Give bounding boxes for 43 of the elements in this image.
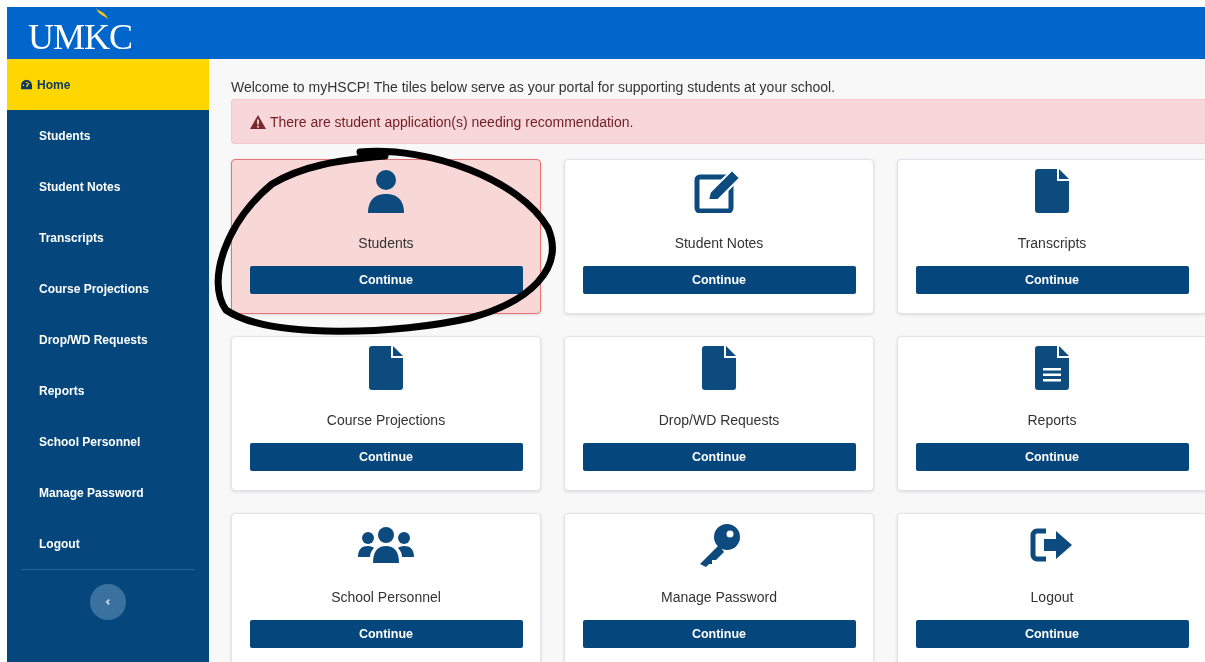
tile-title: Drop/WD Requests: [658, 412, 780, 430]
continue-button[interactable]: Continue: [249, 443, 523, 471]
collapse-button[interactable]: [90, 584, 126, 620]
warning-icon: [250, 114, 266, 129]
sign-out-icon: [1030, 528, 1074, 562]
continue-button[interactable]: Continue: [582, 266, 856, 294]
document-icon: [1035, 346, 1069, 390]
logo[interactable]: UMKC: [28, 11, 133, 55]
sidebar-item[interactable]: Transcripts: [7, 212, 209, 263]
sidebar-item[interactable]: Home: [7, 59, 209, 110]
continue-button[interactable]: Continue: [582, 620, 856, 648]
chevron-left-icon: [104, 598, 112, 606]
tile-title: Reports: [1027, 412, 1077, 430]
sidebar-item[interactable]: Reports: [7, 365, 209, 416]
sidebar-item[interactable]: School Personnel: [7, 416, 209, 467]
tile-title: Logout: [1030, 589, 1074, 607]
sidebar-item[interactable]: Students: [7, 110, 209, 161]
welcome-text: Welcome to myHSCP! The tiles below serve as your portal for supporting students at your school.: [231, 79, 837, 95]
tile-title: Transcripts: [1017, 235, 1087, 253]
continue-button[interactable]: Continue: [915, 266, 1189, 294]
dashboard-icon: [20, 79, 33, 90]
alert-text: There are student application(s) needing recommendation.: [270, 113, 634, 130]
sidebar-item[interactable]: Course Projections: [7, 263, 209, 314]
tile-title: Course Projections: [326, 412, 446, 430]
tile-title: Student Notes: [674, 235, 764, 253]
file-icon: [1035, 169, 1069, 213]
continue-button[interactable]: Continue: [915, 443, 1189, 471]
flame-icon: [94, 7, 110, 20]
file-icon: [369, 346, 403, 390]
continue-button[interactable]: Continue: [249, 620, 523, 648]
tile-title: Manage Password: [661, 589, 777, 607]
sidebar-item[interactable]: Student Notes: [7, 161, 209, 212]
sidebar-item[interactable]: Manage Password: [7, 467, 209, 518]
tile-title: School Personnel: [331, 589, 441, 607]
sidebar-item[interactable]: Logout: [7, 518, 209, 569]
continue-button[interactable]: Continue: [582, 443, 856, 471]
sidebar-item[interactable]: Drop/WD Requests: [7, 314, 209, 365]
continue-button[interactable]: Continue: [915, 620, 1189, 648]
user-icon: [366, 169, 406, 213]
continue-button[interactable]: Continue: [249, 266, 523, 294]
users-icon: [358, 527, 414, 563]
file-icon: [702, 346, 736, 390]
tile-title: Students: [358, 235, 414, 253]
